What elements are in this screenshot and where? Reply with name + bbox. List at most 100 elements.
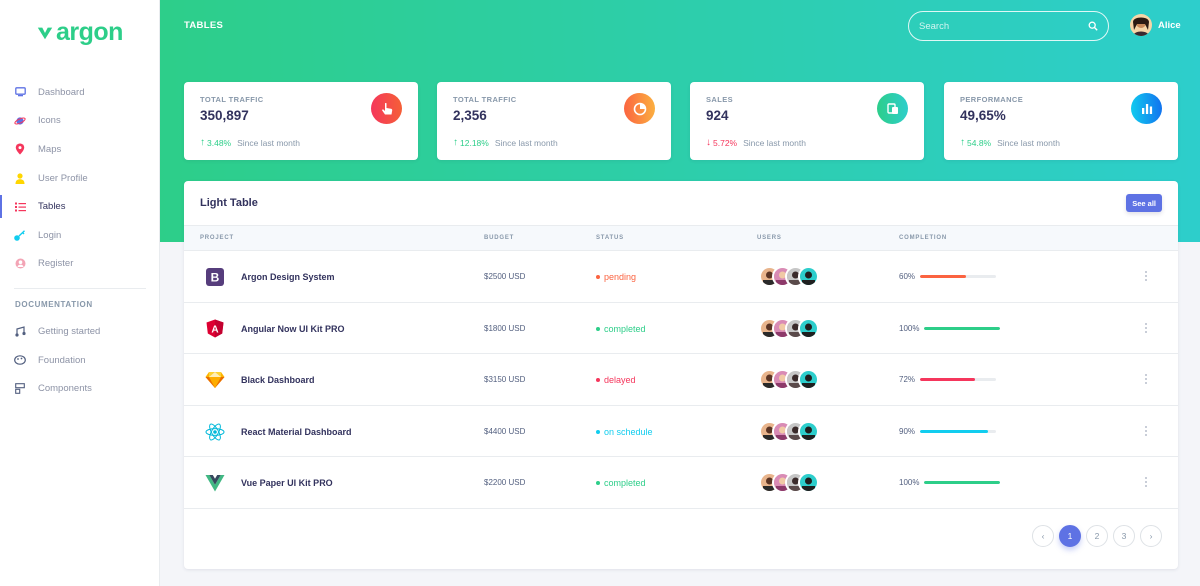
project-name[interactable]: Angular Now UI Kit PRO <box>241 324 345 334</box>
sidebar-item-login[interactable]: Login <box>0 221 160 250</box>
sidebar-divider <box>14 288 146 290</box>
progress-bar <box>924 481 1001 485</box>
stat-footer: ↑ 3.48% Since last month <box>200 137 300 148</box>
user-menu[interactable]: Alice <box>1130 14 1181 36</box>
more-options-icon[interactable] <box>1142 372 1150 386</box>
palette-icon <box>14 354 26 366</box>
completion-value: 60% <box>899 272 916 281</box>
pin-icon <box>14 143 26 155</box>
progress-bar <box>924 326 1001 330</box>
stat-value: 924 <box>706 108 729 123</box>
column-header-users[interactable]: USERS <box>757 235 782 241</box>
next-page-button[interactable]: › <box>1140 525 1162 547</box>
budget: $1800 USD <box>484 323 526 333</box>
completion: 72% <box>899 375 997 384</box>
brand-name: argon <box>56 18 123 46</box>
see-all-button[interactable]: See all <box>1126 194 1162 212</box>
bullet-list-icon <box>14 201 26 213</box>
argon-logo-icon <box>37 27 53 39</box>
stat-since: Since last month <box>997 137 1060 148</box>
budget: $2200 USD <box>484 478 526 488</box>
tv-icon <box>14 86 26 98</box>
status-badge: on schedule <box>596 427 653 437</box>
progress-fill <box>920 275 966 278</box>
column-header-budget[interactable]: BUDGET <box>484 235 514 241</box>
key-icon <box>14 229 26 241</box>
stat-value: 2,356 <box>453 108 487 123</box>
column-header-completion[interactable]: COMPLETION <box>899 235 947 241</box>
sidebar-item-label: Register <box>38 258 74 270</box>
sidebar-item-maps[interactable]: Maps <box>0 135 160 164</box>
column-header-project[interactable]: PROJECT <box>200 235 234 241</box>
sidebar-item-register[interactable]: Register <box>0 250 160 279</box>
sidebar-item-label: Icons <box>38 115 61 127</box>
project-name[interactable]: React Material Dashboard <box>241 427 352 437</box>
hand-pointer-icon <box>371 93 402 124</box>
stat-title: PERFORMANCE <box>960 95 1024 104</box>
project-name[interactable]: Vue Paper UI Kit PRO <box>241 478 333 488</box>
more-options-icon[interactable] <box>1142 269 1150 283</box>
sidebar-item-user-profile[interactable]: User Profile <box>0 164 160 193</box>
stat-footer: ↑ 12.18% Since last month <box>453 137 558 148</box>
status-dot <box>596 481 600 486</box>
sidebar-nav: Dashboard Icons Maps User Profile Tables… <box>0 78 160 403</box>
stat-card-total-traffic-2: TOTAL TRAFFIC 2,356 ↑ 12.18% Since last m… <box>437 82 671 160</box>
page-button-3[interactable]: 3 <box>1113 525 1135 547</box>
avatar[interactable] <box>798 317 819 339</box>
search-input[interactable] <box>919 20 1079 32</box>
stat-since: Since last month <box>743 137 806 148</box>
user-avatars <box>759 369 819 391</box>
progress-fill <box>920 378 975 382</box>
search-box[interactable] <box>908 11 1109 41</box>
budget: $3150 USD <box>484 375 526 385</box>
sidebar-item-icons[interactable]: Icons <box>0 107 160 136</box>
user-name: Alice <box>1158 19 1181 31</box>
brand-logo[interactable]: argon <box>36 18 123 47</box>
project-name[interactable]: Argon Design System <box>241 272 335 282</box>
more-options-icon[interactable] <box>1142 424 1150 438</box>
progress-fill <box>920 429 989 433</box>
page-button-1[interactable]: 1 <box>1059 525 1081 547</box>
avatar[interactable] <box>798 420 819 442</box>
sidebar-item-label: Dashboard <box>38 86 85 98</box>
stat-card-total-traffic: TOTAL TRAFFIC 350,897 ↑ 3.48% Since last … <box>184 82 418 160</box>
sidebar-item-dashboard[interactable]: Dashboard <box>0 78 160 107</box>
stat-value: 49,65% <box>960 108 1006 123</box>
sidebar-item-getting-started[interactable]: Getting started <box>0 317 160 346</box>
planet-icon <box>14 115 26 127</box>
bootstrap-logo-icon: B <box>205 267 225 287</box>
progress-fill <box>924 326 1001 330</box>
table-header: PROJECT BUDGET STATUS USERS COMPLETION <box>184 225 1178 251</box>
more-options-icon[interactable] <box>1142 475 1150 489</box>
sidebar-item-label: Getting started <box>38 325 101 337</box>
pagination: ‹ 1 2 3 › <box>1027 525 1162 547</box>
stat-since: Since last month <box>237 137 300 148</box>
arrow-up-icon: ↑ <box>453 137 458 148</box>
status-dot <box>596 326 600 331</box>
user-avatars <box>759 317 819 339</box>
documentation-heading: DOCUMENTATION <box>15 299 93 309</box>
search-icon[interactable] <box>1088 21 1098 31</box>
stat-change: ↓ 5.72% <box>706 137 738 148</box>
avatar[interactable] <box>798 266 819 287</box>
prev-page-button[interactable]: ‹ <box>1032 525 1054 547</box>
completion: 90% <box>899 426 997 436</box>
sidebar-item-components[interactable]: Components <box>0 374 160 403</box>
status-badge: completed <box>596 478 646 488</box>
project-name[interactable]: Black Dashboard <box>241 375 315 385</box>
stat-card-sales: SALES 924 ↓ 5.72% Since last month <box>690 82 924 160</box>
avatar[interactable] <box>1130 14 1152 36</box>
more-options-icon[interactable] <box>1142 321 1150 335</box>
avatar[interactable] <box>798 472 819 494</box>
column-header-status[interactable]: STATUS <box>596 235 624 241</box>
sidebar-item-tables[interactable]: Tables <box>0 192 160 221</box>
react-logo-icon <box>205 422 225 442</box>
stat-since: Since last month <box>494 137 558 148</box>
page-title: TABLES <box>184 20 224 31</box>
page-button-2[interactable]: 2 <box>1086 525 1108 547</box>
status-badge: pending <box>596 272 636 282</box>
sidebar-item-foundation[interactable]: Foundation <box>0 346 160 375</box>
completion-value: 90% <box>899 426 916 436</box>
avatar[interactable] <box>798 369 819 391</box>
table-row: React Material Dashboard $4400 USD on sc… <box>184 406 1178 458</box>
